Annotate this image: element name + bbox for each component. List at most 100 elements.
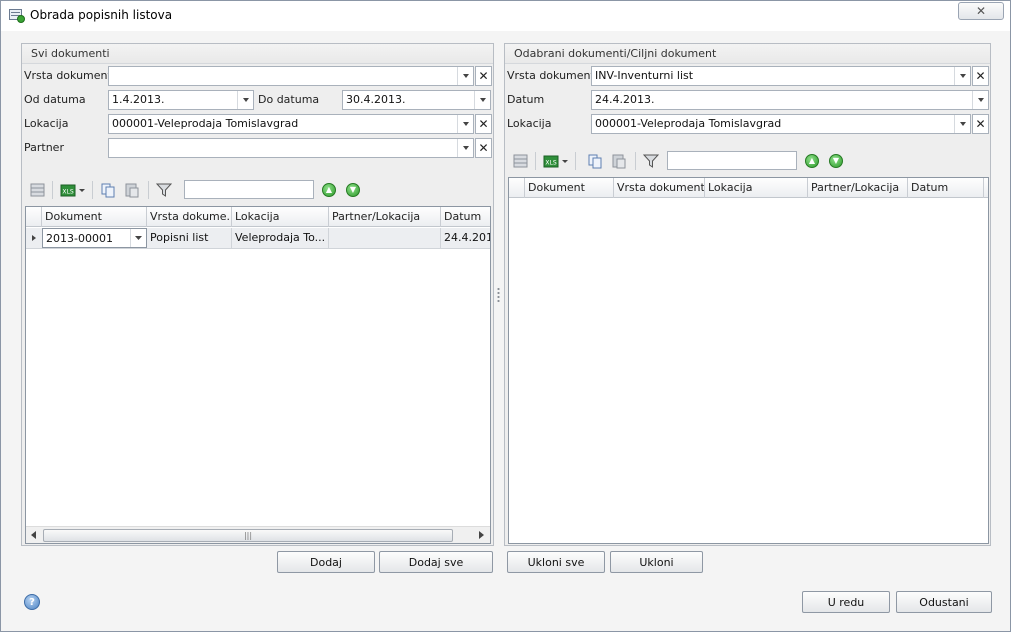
target-doc-type-combo[interactable]: INV-Inventurni list ✕ [591, 66, 989, 86]
column-header-document[interactable]: Dokument [525, 178, 614, 198]
from-date-label: Od datuma [24, 93, 86, 106]
move-down-icon[interactable]: ▼ [346, 183, 360, 197]
location-combo[interactable]: 000001-Veleprodaja Tomislavgrad ✕ [108, 114, 492, 134]
paste-icon[interactable] [611, 153, 627, 169]
svg-text:XLS: XLS [62, 189, 73, 196]
cell-document[interactable]: 2013-00001 [42, 228, 147, 248]
remove-all-button[interactable]: Ukloni sve [507, 551, 605, 573]
column-header-document[interactable]: Dokument [42, 207, 147, 227]
clear-icon[interactable]: ✕ [475, 114, 492, 134]
chevron-down-icon[interactable] [561, 153, 569, 169]
window-title: Obrada popisnih listova [30, 8, 173, 22]
selected-documents-grid[interactable]: Dokument Vrsta dokumenta Lokacija Partne… [508, 177, 989, 544]
add-all-button[interactable]: Dodaj sve [379, 551, 493, 573]
chevron-down-icon[interactable] [954, 115, 970, 133]
chevron-down-icon[interactable] [78, 182, 86, 198]
chevron-down-icon[interactable] [457, 139, 473, 157]
target-location-label: Lokacija [507, 117, 552, 130]
selected-documents-panel: Odabrani dokumenti/Ciljni dokument Vrsta… [504, 43, 991, 546]
selected-documents-title: Odabrani dokumenti/Ciljni dokument [505, 44, 990, 64]
column-header-partner[interactable]: Partner/Lokacija [329, 207, 441, 227]
clear-icon[interactable]: ✕ [475, 138, 492, 158]
scroll-right-icon[interactable] [479, 531, 485, 539]
add-button[interactable]: Dodaj [277, 551, 375, 573]
title-bar: Obrada popisnih listova ✕ [1, 1, 1010, 31]
excel-export-icon[interactable]: XLS [543, 153, 559, 169]
close-button[interactable]: ✕ [958, 2, 1004, 20]
cell-date: 24.4.2013 [444, 231, 490, 244]
chevron-down-icon[interactable] [237, 91, 253, 109]
clear-icon[interactable]: ✕ [972, 66, 989, 86]
scrollbar-thumb[interactable]: ||| [43, 529, 453, 542]
paste-icon[interactable] [124, 182, 140, 198]
all-documents-title: Svi dokumenti [22, 44, 493, 64]
help-icon[interactable]: ? [24, 594, 40, 610]
column-header-location[interactable]: Lokacija [705, 178, 808, 198]
partner-label: Partner [24, 141, 64, 154]
all-documents-grid[interactable]: Dokument Vrsta dokume... Lokacija Partne… [25, 206, 491, 544]
to-date-label: Do datuma [258, 93, 320, 106]
app-icon [9, 9, 25, 23]
toolbar-separator [635, 152, 636, 170]
doc-type-label: Vrsta dokumenta [24, 69, 119, 82]
column-header-date[interactable]: Datum [908, 178, 984, 198]
right-grid-toolbar: XLS ▲ ▼ [509, 147, 979, 175]
doc-type-combo[interactable]: ✕ [108, 66, 492, 86]
clear-icon[interactable]: ✕ [972, 114, 989, 134]
chevron-down-icon[interactable] [474, 91, 490, 109]
chevron-down-icon[interactable] [972, 91, 988, 109]
to-date-field[interactable]: 30.4.2013. [342, 90, 491, 110]
from-date-field[interactable]: 1.4.2013. [108, 90, 254, 110]
column-header-doc-type[interactable]: Vrsta dokumenta [614, 178, 705, 198]
clear-icon[interactable]: ✕ [475, 66, 492, 86]
horizontal-scrollbar[interactable]: ||| [26, 526, 490, 543]
toolbar-separator [52, 181, 53, 199]
partner-combo[interactable]: ✕ [108, 138, 492, 158]
scroll-left-icon[interactable] [30, 531, 36, 539]
row-indicator-icon [26, 228, 41, 248]
column-header-partner[interactable]: Partner/Lokacija [808, 178, 908, 198]
ok-button[interactable]: U redu [802, 591, 890, 613]
column-header-date[interactable]: Datum [441, 207, 490, 227]
filter-icon[interactable] [156, 182, 172, 198]
grid-header: Dokument Vrsta dokume... Lokacija Partne… [26, 207, 490, 227]
copy-icon[interactable] [100, 182, 116, 198]
grid-header: Dokument Vrsta dokumenta Lokacija Partne… [509, 178, 988, 198]
chevron-down-icon[interactable] [954, 67, 970, 85]
row-indicator-header [509, 178, 525, 198]
table-row[interactable]: 2013-00001 Popisni list Veleprodaja To..… [26, 228, 490, 249]
grid-view-icon[interactable] [30, 182, 46, 198]
filter-icon[interactable] [643, 153, 659, 169]
grid-view-icon[interactable] [513, 153, 529, 169]
all-documents-panel: Svi dokumenti Vrsta dokumenta ✕ Od datum… [21, 43, 494, 546]
toolbar-separator [535, 152, 536, 170]
move-up-icon[interactable]: ▲ [805, 154, 819, 168]
excel-export-icon[interactable]: XLS [60, 182, 76, 198]
chevron-down-icon[interactable] [130, 229, 146, 247]
left-grid-toolbar: XLS ▲ ▼ [26, 176, 486, 204]
target-grid-search-input[interactable] [667, 151, 797, 170]
target-location-combo[interactable]: 000001-Veleprodaja Tomislavgrad ✕ [591, 114, 989, 134]
close-icon: ✕ [975, 4, 987, 18]
dialog-window: Obrada popisnih listova ✕ Svi dokumenti … [0, 0, 1011, 632]
cell-doc-type: Popisni list [147, 228, 232, 248]
copy-icon[interactable] [587, 153, 603, 169]
toolbar-separator [575, 152, 576, 170]
cell-partner [329, 228, 441, 248]
svg-text:XLS: XLS [545, 160, 556, 167]
location-label: Lokacija [24, 117, 69, 130]
move-up-icon[interactable]: ▲ [322, 183, 336, 197]
column-header-doc-type[interactable]: Vrsta dokume... [147, 207, 232, 227]
move-down-icon[interactable]: ▼ [829, 154, 843, 168]
grid-search-input[interactable] [184, 180, 314, 199]
splitter-handle[interactable] [497, 287, 500, 303]
chevron-down-icon[interactable] [457, 115, 473, 133]
cancel-button[interactable]: Odustani [896, 591, 992, 613]
target-date-field[interactable]: 24.4.2013. [591, 90, 989, 110]
remove-button[interactable]: Ukloni [610, 551, 703, 573]
target-date-label: Datum [507, 93, 545, 106]
target-doc-type-label: Vrsta dokumenta [507, 69, 602, 82]
cell-location: Veleprodaja To... [232, 228, 329, 248]
column-header-location[interactable]: Lokacija [232, 207, 329, 227]
chevron-down-icon[interactable] [457, 67, 473, 85]
